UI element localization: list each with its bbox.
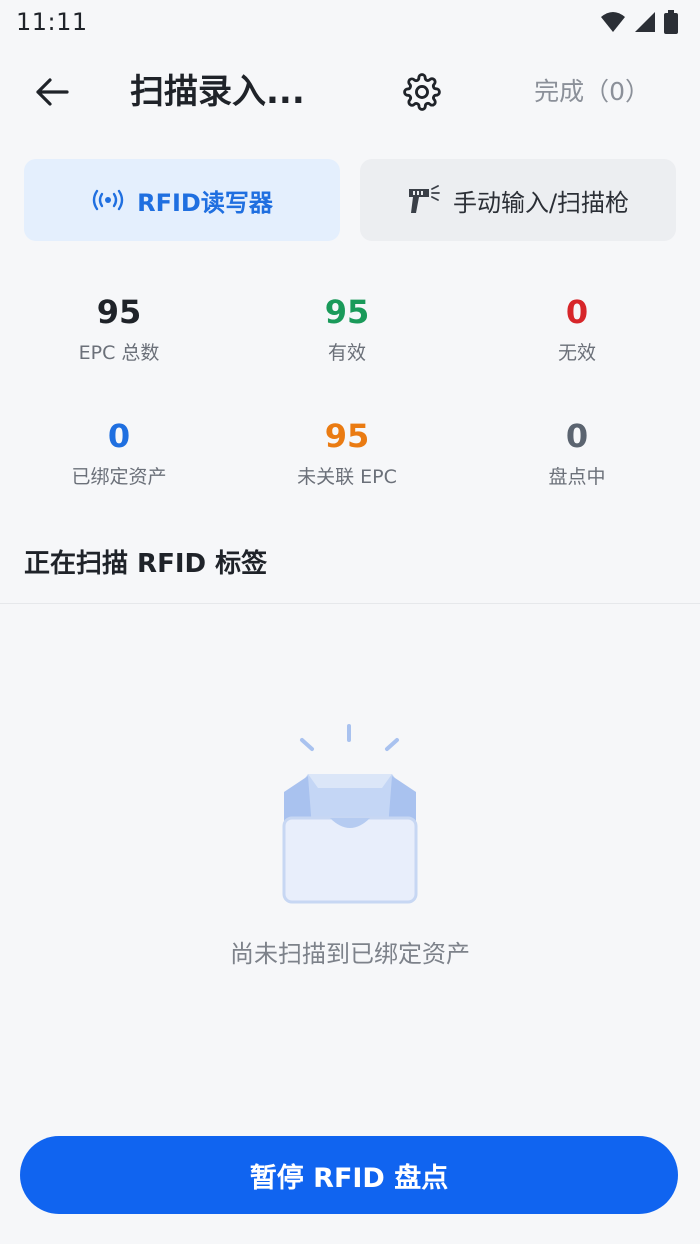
wifi-icon	[601, 12, 625, 32]
stat-bound-assets: 0 已绑定资产	[19, 414, 219, 492]
settings-button[interactable]	[398, 68, 446, 116]
stat-unlinked-epc: 95 未关联 EPC	[247, 414, 447, 492]
tab-manual-input-label: 手动输入/扫描枪	[452, 188, 630, 217]
stat-label: 无效	[557, 342, 596, 364]
stat-valid: 95 有效	[247, 290, 447, 368]
back-button[interactable]	[28, 68, 76, 116]
tab-manual-input[interactable]: 手动输入/扫描枪	[360, 159, 676, 241]
stat-value: 0	[107, 417, 131, 455]
signal-icon	[635, 12, 655, 32]
status-icons	[600, 10, 678, 34]
app-bar: 扫描录入... 完成（0）	[0, 54, 700, 130]
stat-value: 95	[324, 293, 370, 331]
pause-rfid-inventory-button[interactable]: 暂停 RFID 盘点	[20, 1136, 678, 1214]
stat-label: EPC 总数	[78, 342, 160, 364]
stat-invalid: 0 无效	[477, 290, 677, 368]
status-bar: 11:11	[0, 0, 700, 44]
empty-box-icon	[270, 720, 430, 910]
stat-label: 未关联 EPC	[297, 466, 397, 488]
barcode-scanner-icon	[408, 185, 440, 213]
page-title: 扫描录入...	[130, 72, 305, 112]
stat-label: 有效	[327, 342, 366, 364]
stat-value: 0	[565, 417, 589, 455]
tab-rfid-reader-label: RFID读写器	[137, 188, 273, 217]
battery-icon	[664, 10, 678, 34]
back-arrow-icon	[36, 78, 69, 106]
section-title: 正在扫描 RFID 标签	[24, 549, 268, 579]
stat-value: 95	[96, 293, 142, 331]
gear-icon	[403, 73, 441, 111]
stat-label: 盘点中	[548, 466, 606, 488]
stat-label: 已绑定资产	[71, 466, 167, 488]
stat-epc-total: 95 EPC 总数	[19, 290, 219, 368]
tab-rfid-reader[interactable]: RFID读写器	[24, 159, 340, 241]
done-button[interactable]: 完成（0）	[534, 68, 650, 116]
stat-value: 95	[324, 417, 370, 455]
rfid-signal-icon	[92, 189, 124, 211]
stat-value: 0	[565, 293, 589, 331]
status-time: 11:11	[16, 8, 88, 36]
mode-tabs: RFID读写器 手动输入/扫描枪	[24, 159, 676, 241]
empty-state-text: 尚未扫描到已绑定资产	[230, 940, 470, 968]
divider	[0, 603, 700, 604]
stat-in-inventory: 0 盘点中	[477, 414, 677, 492]
